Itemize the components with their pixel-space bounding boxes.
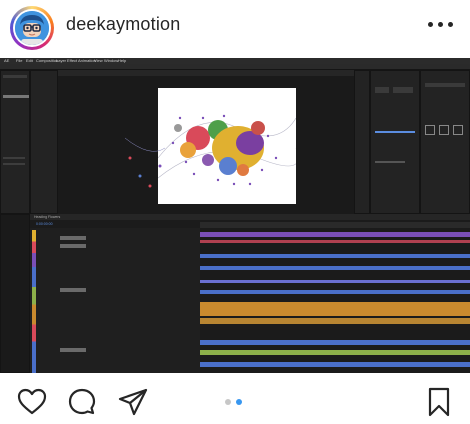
properties-panel (420, 70, 470, 214)
post-actions (0, 373, 470, 424)
track-bar[interactable] (200, 254, 470, 258)
effects-panel (30, 70, 58, 214)
carousel-dot-active[interactable] (236, 399, 242, 405)
track-bar[interactable] (200, 280, 470, 283)
track-bar[interactable] (200, 240, 470, 243)
motion-path-icon (124, 137, 166, 188)
project-panel (0, 70, 30, 214)
more-horizontal-icon (428, 22, 433, 27)
like-button[interactable] (17, 387, 47, 417)
timeline-left-gutter (0, 214, 30, 373)
track-bar[interactable] (200, 350, 470, 355)
track-bar[interactable] (200, 340, 470, 345)
share-button[interactable] (118, 387, 148, 417)
post-header: deekaymotion (0, 0, 470, 54)
save-button[interactable] (424, 387, 454, 417)
info-panel (354, 70, 370, 214)
carousel-dot[interactable] (225, 399, 231, 405)
track-bar[interactable] (200, 318, 470, 324)
track-bar[interactable] (200, 266, 470, 270)
animation-artwork-icon (157, 114, 299, 186)
more-options-button[interactable] (428, 20, 454, 30)
comment-icon (68, 388, 96, 415)
layer-label-colors (32, 230, 36, 373)
timeline-tab[interactable]: Heading Flowers (34, 215, 60, 219)
track-bar[interactable] (200, 290, 470, 294)
track-bar[interactable] (200, 302, 470, 316)
timeline-tracks[interactable] (200, 230, 470, 373)
avatar[interactable] (15, 11, 49, 45)
username[interactable]: deekaymotion (66, 14, 180, 35)
post-image[interactable]: AE File Edit Composition Layer Effect An… (0, 58, 470, 373)
timecode-display[interactable]: 0:00:00:00 (36, 222, 53, 226)
send-icon (118, 388, 148, 416)
track-bar[interactable] (200, 362, 470, 367)
avatar-illustration-icon (15, 11, 49, 45)
story-ring[interactable] (10, 6, 54, 50)
character-panel (370, 70, 420, 214)
comment-button[interactable] (67, 387, 97, 417)
composition-canvas[interactable] (157, 88, 299, 204)
bookmark-icon (428, 387, 450, 417)
track-bar[interactable] (200, 232, 470, 237)
heart-icon (17, 388, 47, 415)
